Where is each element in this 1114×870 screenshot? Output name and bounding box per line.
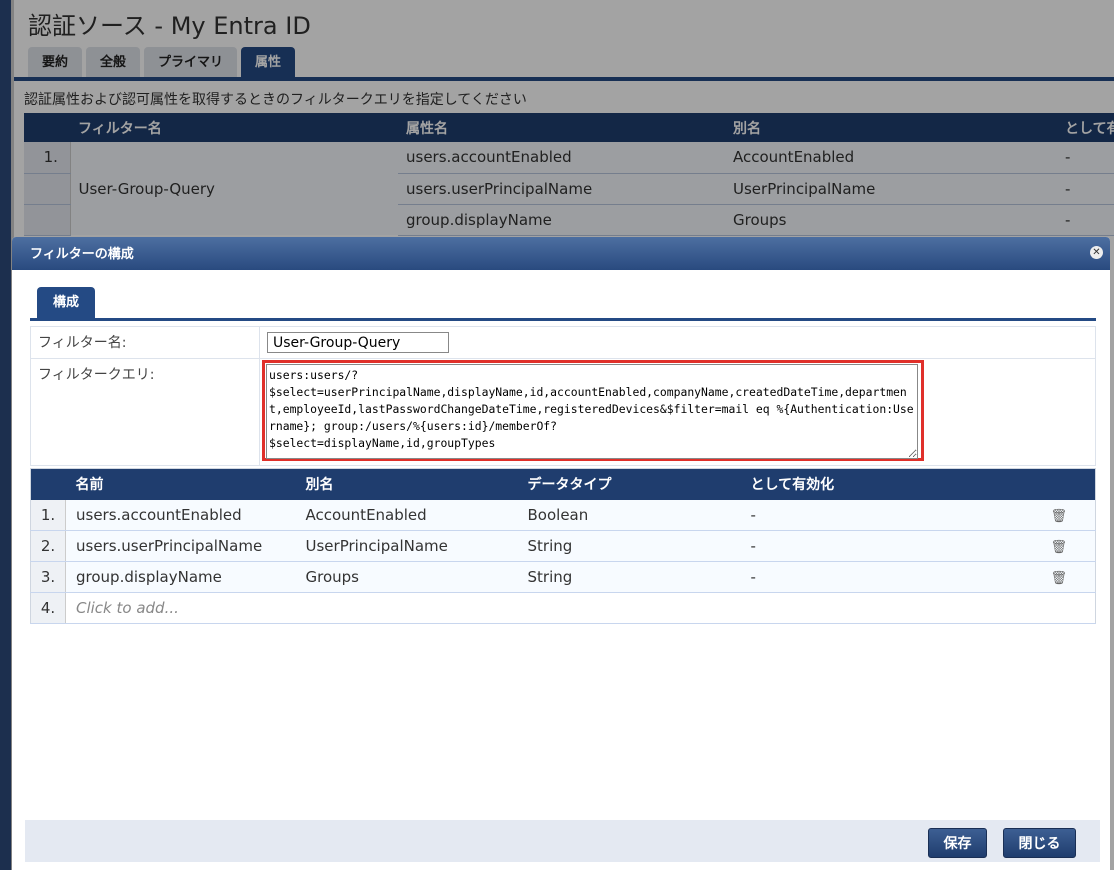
dialog-footer: 保存 閉じる: [25, 820, 1100, 862]
tab-divider: [30, 318, 1096, 321]
col-enabled: として有効化: [740, 468, 1041, 500]
dialog-title: フィルターの構成: [30, 247, 134, 262]
filter-form: フィルター名: フィルタークエリ:: [30, 326, 1096, 466]
filter-config-dialog: フィルターの構成 ✕ 構成 フィルター名: フィルタークエリ: 名前別名データタイ…: [12, 237, 1110, 870]
row-num: 1.: [30, 499, 66, 531]
tab-config[interactable]: 構成: [37, 287, 95, 318]
attr-name: users.accountEnabled: [65, 499, 296, 531]
datatype: String: [517, 561, 741, 593]
filter-query-label: フィルタークエリ:: [30, 358, 260, 466]
alias: Groups: [295, 561, 518, 593]
row-num: 3.: [30, 561, 66, 593]
dialog-header: フィルターの構成 ✕: [12, 237, 1110, 270]
close-button[interactable]: 閉じる: [1003, 828, 1076, 858]
filter-query-textarea[interactable]: [266, 364, 918, 459]
click-to-add[interactable]: Click to add...: [65, 592, 1096, 624]
enabled: -: [740, 561, 1041, 593]
row-num: 2.: [30, 530, 66, 562]
trash-icon[interactable]: 🗑: [1051, 509, 1068, 524]
filter-name-input[interactable]: [267, 332, 449, 353]
col-num: [30, 468, 66, 500]
attr-name: group.displayName: [65, 561, 296, 593]
close-icon[interactable]: ✕: [1090, 246, 1103, 259]
trash-icon[interactable]: 🗑: [1051, 540, 1068, 555]
row-num: 4.: [30, 592, 66, 624]
filter-name-label: フィルター名:: [30, 326, 260, 359]
alias: UserPrincipalName: [295, 530, 518, 562]
trash-icon[interactable]: 🗑: [1051, 571, 1068, 586]
enabled: -: [740, 530, 1041, 562]
table-row[interactable]: 1. users.accountEnabled AccountEnabled Bool…: [30, 499, 1096, 531]
table-row[interactable]: 3. group.displayName Groups String - 🗑: [30, 561, 1096, 593]
alias: AccountEnabled: [295, 499, 518, 531]
add-row[interactable]: 4. Click to add...: [30, 592, 1096, 624]
query-highlight: [262, 360, 924, 461]
col-name: 名前: [65, 468, 296, 500]
datatype: String: [517, 530, 741, 562]
attributes-table: 名前 別名 データタイプ として有効化 1. users.accountEnabled A…: [30, 468, 1096, 624]
table-row[interactable]: 2. users.userPrincipalName UserPrincipalNa…: [30, 530, 1096, 562]
col-actions: [1040, 468, 1096, 500]
col-alias: 別名: [295, 468, 518, 500]
col-datatype: データタイプ: [517, 468, 741, 500]
datatype: Boolean: [517, 499, 741, 531]
attr-name: users.userPrincipalName: [65, 530, 296, 562]
enabled: -: [740, 499, 1041, 531]
save-button[interactable]: 保存: [928, 828, 987, 858]
